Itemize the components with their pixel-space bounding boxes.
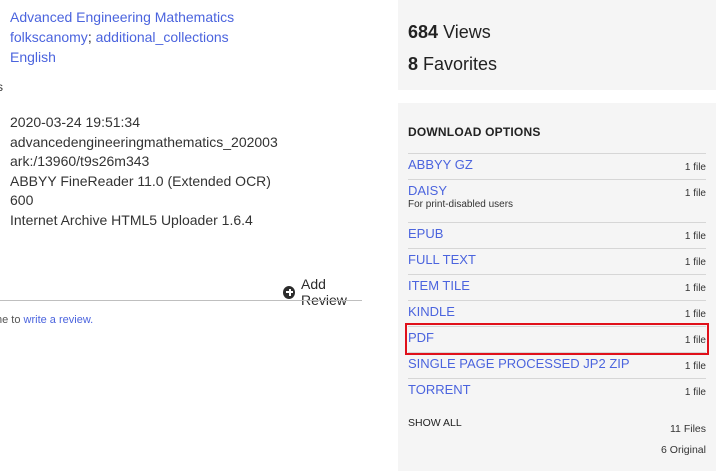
views-stat: 684 Views — [408, 22, 491, 43]
file-count: 1 file — [684, 335, 706, 346]
metadata-value-ppi: 600 — [10, 192, 34, 208]
download-link-epub[interactable]: EPUB — [408, 226, 706, 241]
download-row-kindle[interactable]: KINDLE 1 file — [408, 300, 706, 326]
collection-separator: ; — [87, 29, 92, 45]
reviews-note-text: ne to — [0, 314, 21, 326]
reviews-divider — [0, 300, 362, 301]
download-options-title: DOWNLOAD OPTIONS — [408, 125, 541, 139]
download-options-list: ABBYY GZ 1 file DAISY For print-disabled… — [405, 153, 709, 404]
section-label-cutoff: s — [0, 80, 3, 94]
download-row-abbyy-gz[interactable]: ABBYY GZ 1 file — [408, 153, 706, 179]
collection-link-additional[interactable]: additional_collections — [96, 29, 229, 45]
metadata-values: 2020-03-24 19:51:34 advancedengineeringm… — [10, 113, 278, 230]
add-review-label: Add Review — [301, 276, 347, 308]
reviews-note: ne to write a review. — [0, 314, 93, 326]
file-count: 1 file — [684, 257, 706, 268]
item-metadata-column: Advanced Engineering Mathematics folksca… — [0, 0, 370, 471]
download-link-torrent[interactable]: TORRENT — [408, 382, 706, 397]
download-link-kindle[interactable]: KINDLE — [408, 304, 706, 319]
favorites-label: Favorites — [423, 54, 498, 74]
files-total: 11 Files — [670, 423, 706, 435]
favorites-stat: 8 Favorites — [408, 54, 497, 75]
file-count: 1 file — [684, 162, 706, 173]
metadata-value-scanner: Internet Archive HTML5 Uploader 1.6.4 — [10, 211, 253, 228]
file-count: 1 file — [684, 231, 706, 242]
download-link-item-tile[interactable]: ITEM TILE — [408, 278, 706, 293]
file-count: 1 file — [684, 188, 706, 199]
download-row-epub[interactable]: EPUB 1 file — [408, 222, 706, 248]
metadata-links: Advanced Engineering Mathematics folksca… — [10, 7, 234, 67]
collection-link-folkscanomy[interactable]: folkscanomy — [10, 29, 88, 45]
add-review-button[interactable]: Add Review — [283, 276, 370, 308]
metadata-value-date: 2020-03-24 19:51:34 — [10, 114, 140, 130]
file-count: 1 file — [684, 387, 706, 398]
download-link-single-page-jp2-zip[interactable]: SINGLE PAGE PROCESSED JP2 ZIP — [408, 356, 706, 371]
original-total: 6 Original — [661, 444, 706, 456]
views-label: Views — [443, 22, 491, 42]
title-link[interactable]: Advanced Engineering Mathematics — [10, 9, 234, 25]
metadata-value-identifier: advancedengineeringmathematics_202003 — [10, 133, 278, 150]
download-row-torrent[interactable]: TORRENT 1 file — [408, 378, 706, 404]
download-link-abbyy-gz[interactable]: ABBYY GZ — [408, 157, 706, 172]
download-link-full-text[interactable]: FULL TEXT — [408, 252, 706, 267]
metadata-value-ocr: ABBYY FineReader 11.0 (Extended OCR) — [10, 172, 271, 189]
download-row-daisy[interactable]: DAISY For print-disabled users 1 file — [408, 179, 706, 222]
file-count: 1 file — [684, 309, 706, 320]
plus-circle-icon — [283, 285, 295, 299]
download-row-single-page-jp2-zip[interactable]: SINGLE PAGE PROCESSED JP2 ZIP 1 file — [408, 352, 706, 378]
stats-panel: 684 Views 8 Favorites — [398, 0, 716, 90]
show-all-link[interactable]: SHOW ALL — [408, 417, 462, 429]
file-count: 1 file — [684, 361, 706, 372]
language-link[interactable]: English — [10, 49, 56, 65]
download-row-item-tile[interactable]: ITEM TILE 1 file — [408, 274, 706, 300]
views-count: 684 — [408, 22, 439, 42]
download-link-daisy[interactable]: DAISY — [408, 183, 706, 198]
file-count: 1 file — [684, 283, 706, 294]
download-row-pdf[interactable]: PDF 1 file — [405, 323, 709, 355]
metadata-value-ark: ark:/13960/t9s26m343 — [10, 153, 150, 169]
daisy-subtitle: For print-disabled users — [408, 199, 514, 210]
favorites-count: 8 — [408, 54, 419, 74]
download-row-full-text[interactable]: FULL TEXT 1 file — [408, 248, 706, 274]
download-link-pdf[interactable]: PDF — [408, 330, 706, 345]
write-review-link[interactable]: write a review. — [24, 314, 94, 326]
download-options-panel: DOWNLOAD OPTIONS ABBYY GZ 1 file DAISY F… — [398, 103, 716, 471]
